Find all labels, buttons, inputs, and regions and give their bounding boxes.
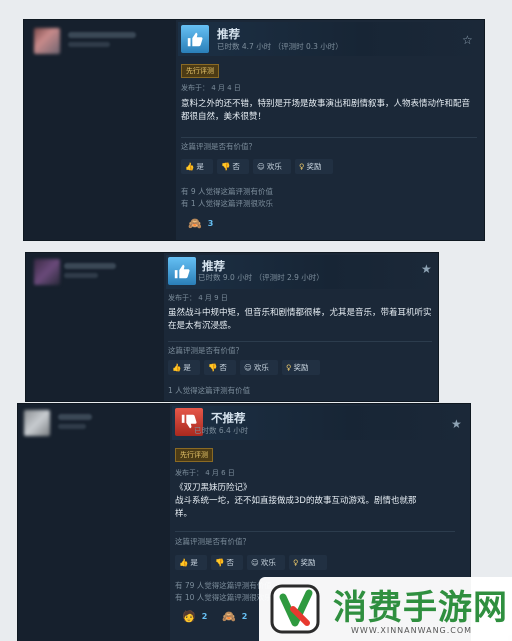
helpful-question: 这篇评测是否有价值？ [175, 537, 250, 546]
award-face-icon: 🙈 [222, 610, 236, 623]
star-icon[interactable]: ☆ [462, 33, 473, 47]
award-icon: ♀ [299, 162, 305, 171]
vote-funny-label: 欢乐 [253, 363, 269, 372]
post-date: 发布于： 4 月 9 日 [168, 294, 228, 302]
review-verdict[interactable]: 推荐 [217, 26, 240, 42]
thumbs-up-icon: 👍 [185, 162, 195, 171]
vote-funny-label: 欢乐 [266, 162, 282, 171]
review-verdict[interactable]: 不推荐 [211, 410, 246, 426]
watermark-title: 消费手游网 [333, 588, 508, 628]
award-button[interactable]: ♀ 奖励 [295, 159, 333, 174]
reviewer-name-blurred[interactable] [58, 414, 92, 420]
award-count: 3 [207, 219, 214, 228]
vote-funny-button[interactable]: ☺ 欢乐 [247, 555, 285, 570]
avatar[interactable] [34, 28, 60, 54]
helpful-count: 有 9 人觉得这篇评测有价值 [181, 187, 274, 196]
vote-no-label: 否 [226, 558, 234, 567]
avatar[interactable] [34, 259, 60, 285]
playtime: 已时数 6.4 小时 [194, 426, 249, 435]
award-label: 奖励 [306, 162, 322, 171]
thumbs-up-icon [168, 257, 196, 285]
site-logo-icon [270, 584, 320, 634]
vote-funny-button[interactable]: ☺ 欢乐 [240, 360, 278, 375]
vote-funny-button[interactable]: ☺ 欢乐 [253, 159, 291, 174]
avatar[interactable] [24, 410, 50, 436]
early-access-badge: 先行评测 [175, 448, 213, 462]
helpful-count: 1 人觉得这篇评测有价值 [168, 386, 251, 395]
early-access-badge: 先行评测 [181, 64, 219, 78]
post-date: 发布于： 4 月 4 日 [181, 84, 241, 92]
review-body: 意料之外的还不错，特别是开场是故事演出和剧情叙事，人物表情动作和配音都很自然，美… [181, 99, 471, 122]
award-badge[interactable]: 🧑 2 [182, 610, 207, 623]
award-label: 奖励 [300, 558, 316, 567]
award-badge[interactable]: 🙈 2 [222, 610, 247, 623]
smile-icon: ☺ [257, 162, 265, 171]
vote-yes-label: 是 [196, 162, 204, 171]
vote-no-label: 否 [232, 162, 240, 171]
star-icon[interactable]: ★ [451, 417, 462, 431]
award-button[interactable]: ♀ 奖励 [289, 555, 327, 570]
award-icon: ♀ [286, 363, 292, 372]
award-count: 2 [201, 612, 208, 621]
vote-yes-button[interactable]: 👍 是 [181, 159, 213, 174]
divider [175, 531, 455, 532]
review-body-title: 《双刀黑妹历险记》 [175, 483, 252, 493]
star-icon[interactable]: ★ [421, 262, 432, 276]
helpful-question: 这篇评测是否有价值？ [168, 346, 243, 355]
vote-yes-label: 是 [183, 363, 191, 372]
funny-count: 有 1 人觉得这篇评测很欢乐 [181, 199, 274, 208]
watermark-banner: 消费手游网 WWW.XINNANWANG.COM [259, 577, 512, 641]
divider [181, 137, 477, 138]
watermark-url: WWW.XINNANWANG.COM [351, 626, 473, 635]
reviewer-name-blurred[interactable] [68, 32, 136, 38]
thumbs-down-icon: 👎 [208, 363, 218, 372]
smile-icon: ☺ [244, 363, 252, 372]
award-button[interactable]: ♀ 奖励 [282, 360, 320, 375]
reviewer-meta-blurred [68, 42, 110, 47]
reviewer-meta-blurred [64, 273, 98, 278]
vote-yes-button[interactable]: 👍 是 [168, 360, 200, 375]
vote-no-label: 否 [219, 363, 227, 372]
post-date: 发布于： 4 月 6 日 [175, 469, 235, 477]
helpful-question: 这篇评测是否有价值？ [181, 142, 256, 151]
award-icon: ♀ [293, 558, 299, 567]
award-count: 2 [241, 612, 248, 621]
vote-no-button[interactable]: 👎 否 [211, 555, 243, 570]
vote-no-button[interactable]: 👎 否 [204, 360, 236, 375]
vote-funny-label: 欢乐 [260, 558, 276, 567]
review-body: 战斗系统一坨，还不如直接做成3D的故事互动游戏。剧情也就那样。 [175, 496, 417, 519]
divider [168, 341, 432, 342]
thumbs-up-icon: 👍 [172, 363, 182, 372]
thumbs-down-icon: 👎 [221, 162, 231, 171]
reviewer-panel [18, 404, 170, 641]
award-label: 奖励 [293, 363, 309, 372]
vote-yes-button[interactable]: 👍 是 [175, 555, 207, 570]
review-card-1: 推荐 已时数 4.7 小时 （评测时 0.3 小时） ☆ 先行评测 发布于： 4… [24, 20, 484, 240]
thumbs-down-icon: 👎 [215, 558, 225, 567]
thumbs-up-icon [181, 25, 209, 53]
vote-yes-label: 是 [190, 558, 198, 567]
helpful-count: 有 79 人觉得这篇评测有价值 [175, 581, 272, 590]
award-face-icon: 🙈 [188, 217, 202, 230]
vote-no-button[interactable]: 👎 否 [217, 159, 249, 174]
playtime: 已时数 9.0 小时 （评测时 2.9 小时） [198, 273, 324, 282]
playtime: 已时数 4.7 小时 （评测时 0.3 小时） [217, 42, 343, 51]
smile-icon: ☺ [251, 558, 259, 567]
award-face-icon: 🧑 [182, 610, 196, 623]
funny-count: 有 10 人觉得这篇评测很欢乐 [175, 593, 272, 602]
thumbs-up-icon: 👍 [179, 558, 189, 567]
reviewer-meta-blurred [58, 424, 86, 429]
review-card-2: 推荐 已时数 9.0 小时 （评测时 2.9 小时） ★ 发布于： 4 月 9 … [26, 253, 438, 401]
award-badge[interactable]: 🙈 3 [188, 217, 213, 230]
review-body: 虽然战斗中规中矩，但音乐和剧情都很棒，尤其是音乐，带着耳机听实在是太有沉浸感。 [168, 308, 432, 331]
reviewer-name-blurred[interactable] [64, 263, 116, 269]
